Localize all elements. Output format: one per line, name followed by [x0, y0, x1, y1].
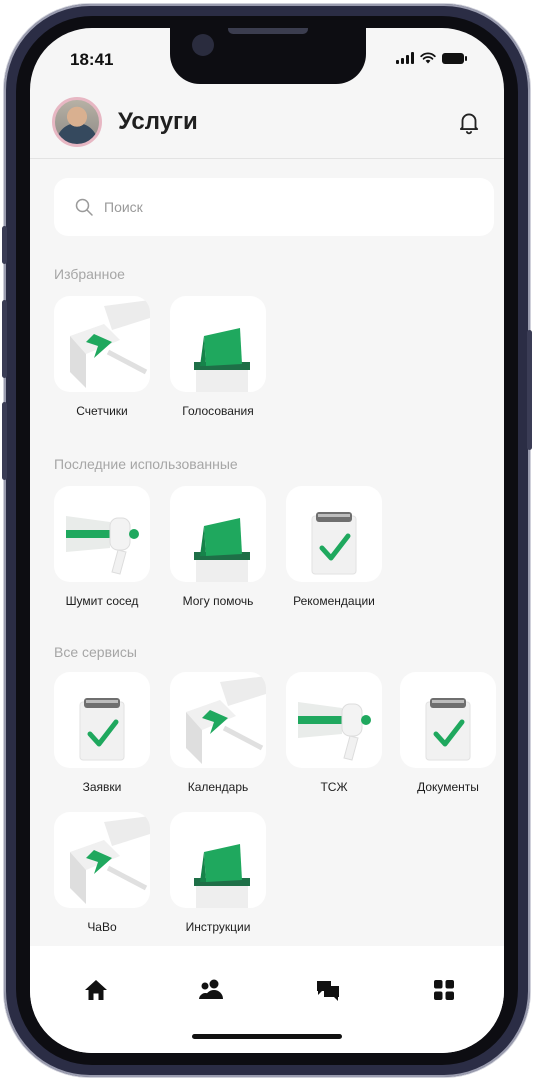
home-indicator[interactable] — [192, 1034, 342, 1039]
search-bar[interactable] — [54, 178, 494, 236]
service-tile-requests[interactable]: Заявки — [52, 672, 152, 794]
tile-label: Счетчики — [76, 404, 128, 418]
front-camera — [192, 34, 214, 56]
status-time: 18:41 — [70, 50, 114, 69]
bottom-nav — [30, 946, 504, 1053]
clipboard-check-icon — [286, 486, 382, 582]
service-tile-counters[interactable]: Счетчики — [52, 296, 152, 418]
clipboard-check-icon — [54, 672, 150, 768]
ballot-box-icon — [170, 296, 266, 392]
search-input[interactable] — [104, 199, 464, 215]
notch — [170, 28, 366, 84]
nav-home[interactable] — [76, 970, 116, 1010]
grid-icon — [434, 980, 454, 1000]
tile-label: ТСЖ — [320, 780, 348, 794]
avatar[interactable] — [52, 97, 102, 147]
service-tile-calendar[interactable]: Календарь — [168, 672, 268, 794]
nav-chat[interactable] — [308, 970, 348, 1010]
service-tile-can-help[interactable]: Могу помочь — [168, 486, 268, 608]
chat-icon — [317, 981, 339, 1001]
arrow-box-icon — [170, 672, 266, 768]
service-tile-voting[interactable]: Голосования — [168, 296, 268, 418]
nav-community[interactable] — [192, 970, 232, 1010]
signal-icon — [396, 52, 414, 64]
tile-label: Шумит сосед — [65, 594, 139, 608]
service-tile-noisy-neighbor[interactable]: Шумит сосед — [52, 486, 152, 608]
tile-label: Документы — [417, 780, 479, 794]
arrow-box-icon — [54, 296, 150, 392]
header-divider — [30, 158, 504, 159]
tile-label: Рекомендации — [293, 594, 375, 608]
page-header: Услуги — [52, 96, 482, 148]
bell-icon[interactable] — [456, 109, 482, 135]
arrow-box-icon — [54, 812, 150, 908]
service-tile-documents[interactable]: Документы — [398, 672, 498, 794]
status-indicators — [396, 52, 467, 64]
search-icon — [75, 198, 93, 216]
tile-label: Инструкции — [185, 920, 251, 934]
wifi-icon — [420, 52, 436, 64]
clipboard-check-icon — [400, 672, 496, 768]
tile-label: Могу помочь — [182, 594, 254, 608]
volume-up-button — [2, 300, 7, 378]
tile-label: Заявки — [82, 780, 122, 794]
section-title-favorites: Избранное — [54, 266, 125, 282]
ballot-box-icon — [170, 486, 266, 582]
megaphone-icon — [286, 672, 382, 768]
home-icon — [85, 980, 107, 1000]
service-tile-recommendations[interactable]: Рекомендации — [284, 486, 384, 608]
service-tile-instructions[interactable]: Инструкции — [168, 812, 268, 934]
tile-label: ЧаВо — [87, 920, 117, 934]
speaker — [228, 28, 308, 34]
page-title: Услуги — [118, 108, 198, 135]
megaphone-icon — [54, 486, 150, 582]
section-title-all: Все сервисы — [54, 644, 137, 660]
users-icon — [199, 979, 223, 999]
battery-icon — [442, 52, 467, 64]
service-tile-hoa[interactable]: ТСЖ — [284, 672, 384, 794]
section-title-recent: Последние использованные — [54, 456, 238, 472]
tile-label: Голосования — [182, 404, 254, 418]
ballot-box-icon — [170, 812, 266, 908]
volume-down-button — [2, 402, 7, 480]
mute-switch — [2, 226, 7, 264]
tile-label: Календарь — [187, 780, 249, 794]
service-tile-faq[interactable]: ЧаВо — [52, 812, 152, 934]
app-screen: 18:41 Услуги Избранное Счетчики — [30, 28, 504, 1053]
power-button — [527, 330, 532, 450]
nav-services[interactable] — [424, 970, 464, 1010]
